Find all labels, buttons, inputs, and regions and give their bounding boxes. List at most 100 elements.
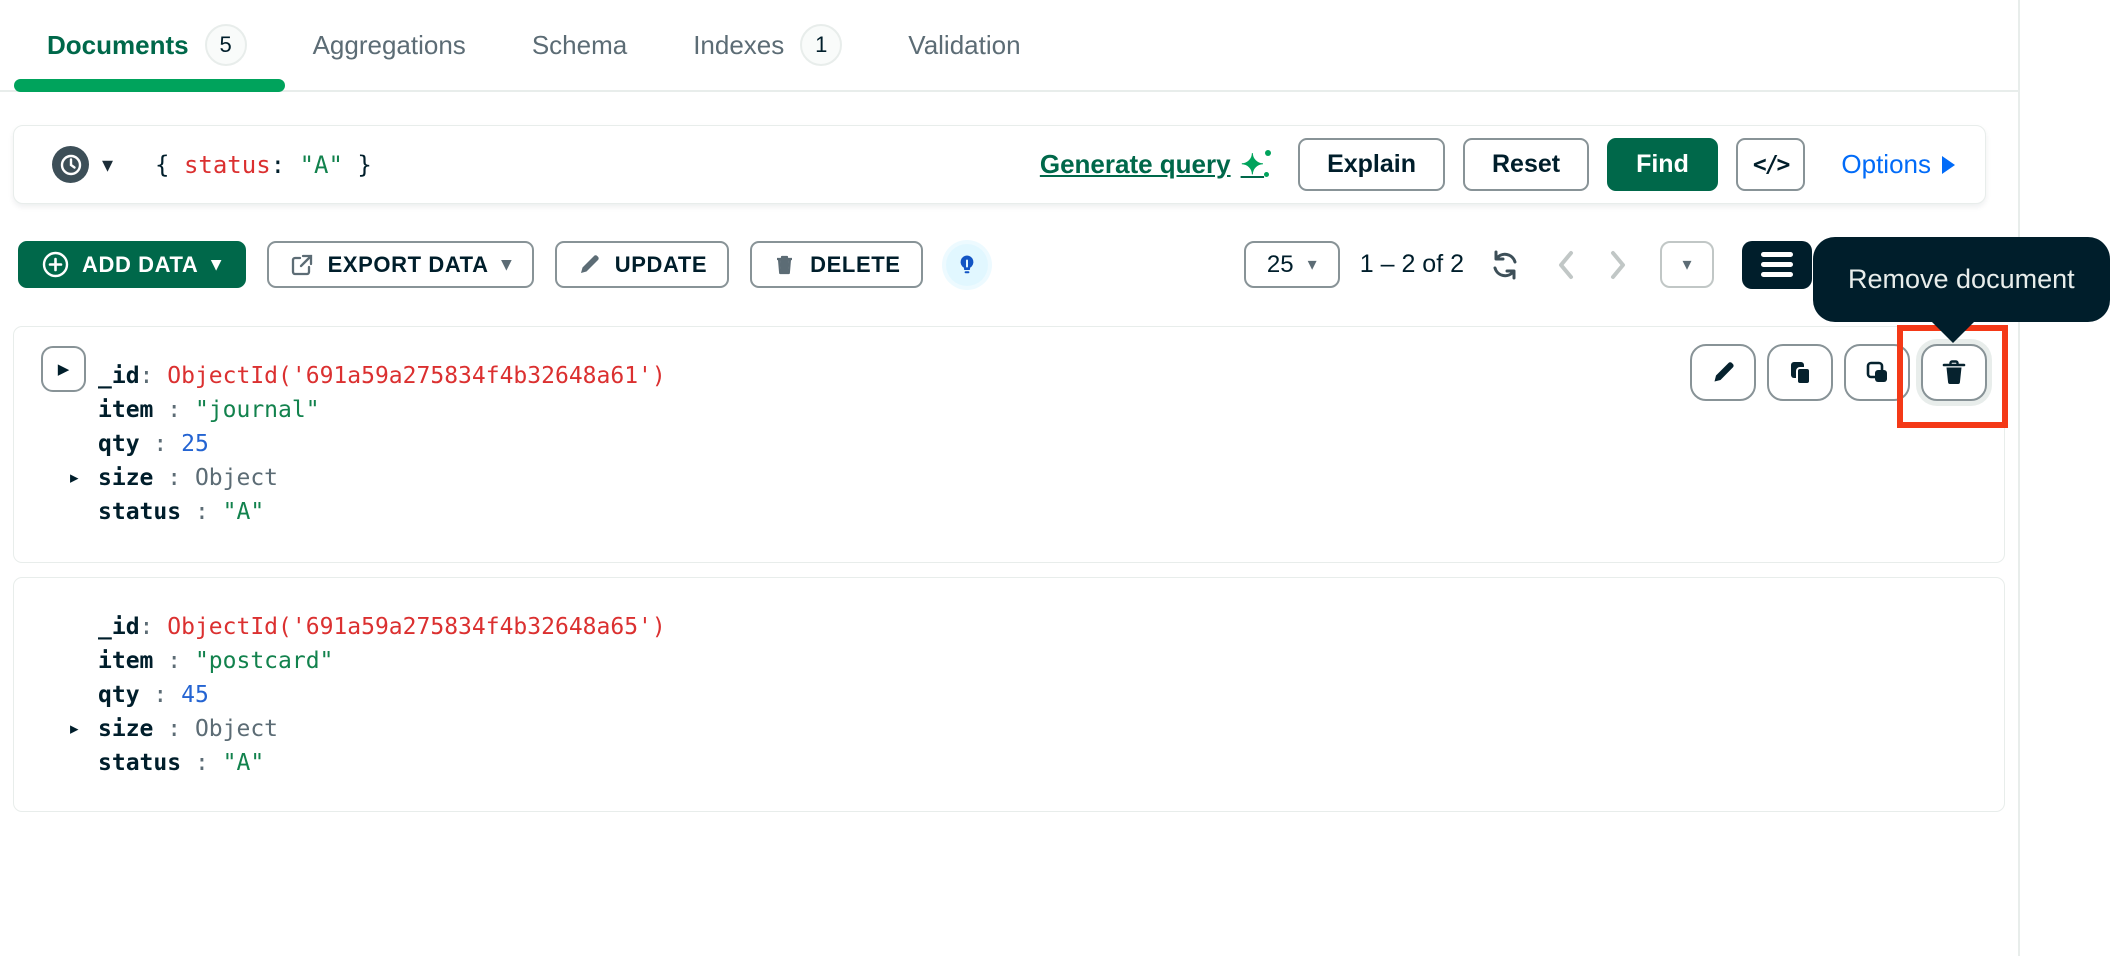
document-fields: _id: ObjectId('691a59a275834f4b32648a61'… (98, 359, 666, 529)
query-bar: ▾ { status: "A" } Generate query ✦ Expla… (13, 125, 1986, 204)
chevron-down-icon: ▾ (211, 253, 221, 276)
panel-divider (2018, 0, 2020, 956)
pencil-icon (577, 252, 602, 277)
find-button[interactable]: Find (1607, 138, 1718, 191)
query-history-button[interactable]: ▾ (52, 146, 113, 183)
documents-count-badge: 5 (205, 24, 247, 66)
caret-right-icon: ▶ (58, 360, 70, 378)
field-separator: : (140, 682, 182, 708)
hamburger-icon (1761, 252, 1793, 257)
remove-document-tooltip: Remove document (1813, 237, 2110, 322)
field-value-number: 45 (181, 682, 209, 708)
field-value-string: "A" (223, 499, 265, 525)
field-value-string: "journal" (195, 397, 320, 423)
tab-aggregations[interactable]: Aggregations (313, 0, 466, 90)
reset-button[interactable]: Reset (1463, 138, 1589, 191)
field-value-objectid: ObjectId('691a59a275834f4b32648a65') (167, 614, 666, 640)
field-value-number: 25 (181, 431, 209, 457)
update-button[interactable]: UPDATE (555, 241, 729, 288)
trash-icon (772, 252, 797, 277)
tooltip-arrow-icon (1928, 318, 1978, 343)
chevron-left-icon (1556, 249, 1576, 281)
tab-validation-label: Validation (908, 30, 1020, 61)
clone-icon (1864, 359, 1891, 386)
tab-schema[interactable]: Schema (532, 0, 627, 90)
export-to-language-button[interactable]: </> (1736, 138, 1806, 191)
sparkle-icon: ✦ (1241, 148, 1264, 181)
refresh-icon (1488, 248, 1522, 282)
edit-document-button[interactable] (1690, 344, 1756, 401)
clone-document-button[interactable] (1844, 344, 1910, 401)
expand-document-button[interactable]: ▶ (41, 346, 86, 392)
document-card-postcard: _id: ObjectId('691a59a275834f4b32648a65'… (13, 577, 2005, 812)
add-data-button[interactable]: ADD DATA ▾ (18, 241, 246, 288)
list-view-toggle[interactable] (1742, 241, 1812, 289)
next-page-button[interactable] (1608, 249, 1628, 281)
tab-indexes[interactable]: Indexes 1 (693, 0, 842, 90)
field-row-status: status : "A" (98, 746, 666, 780)
trash-icon (1941, 359, 1967, 386)
query-bar-actions: Generate query ✦ Explain Reset Find </> … (1040, 138, 1955, 191)
tooltip-label: Remove document (1848, 264, 2075, 295)
tab-indexes-label: Indexes (693, 30, 784, 61)
field-separator: : (153, 465, 195, 491)
field-key: _id (98, 614, 140, 640)
field-row-size: ▸size : Object (98, 461, 666, 495)
field-key: status (98, 499, 181, 525)
copy-icon (1787, 359, 1814, 386)
field-key: item (98, 648, 153, 674)
tab-documents-label: Documents (47, 30, 189, 61)
chevron-down-icon: ▾ (1308, 254, 1317, 275)
options-toggle[interactable]: Options (1841, 149, 1955, 180)
field-row-item: item : "journal" (98, 393, 666, 427)
field-key: _id (98, 363, 140, 389)
field-row-size: ▸size : Object (98, 712, 666, 746)
page-size-select[interactable]: 25 ▾ (1244, 241, 1340, 288)
export-data-label: EXPORT DATA (328, 252, 489, 278)
tab-documents[interactable]: Documents 5 (47, 0, 247, 90)
tab-validation[interactable]: Validation (908, 0, 1020, 90)
field-value-string: "postcard" (195, 648, 333, 674)
expand-field-caret-icon[interactable]: ▸ (70, 461, 79, 495)
delete-button[interactable]: DELETE (750, 241, 922, 288)
field-value-object: Object (195, 716, 278, 742)
field-value-string: "A" (223, 750, 265, 776)
copy-document-button[interactable] (1767, 344, 1833, 401)
options-label: Options (1841, 149, 1931, 180)
field-row-status: status : "A" (98, 495, 666, 529)
remove-document-button[interactable] (1921, 344, 1987, 401)
field-separator: : (153, 648, 195, 674)
insights-bulb-icon[interactable] (946, 244, 988, 286)
field-key: qty (98, 431, 140, 457)
generate-query-link[interactable]: Generate query ✦ (1040, 148, 1264, 181)
refresh-button[interactable] (1488, 248, 1522, 282)
query-close-brace: } (343, 151, 372, 179)
query-colon: : (271, 151, 300, 179)
code-icon: </> (1753, 152, 1789, 178)
update-label: UPDATE (615, 252, 707, 278)
field-row-id: _id: ObjectId('691a59a275834f4b32648a65'… (98, 610, 666, 644)
field-row-qty: qty : 25 (98, 427, 666, 461)
field-separator: : (140, 363, 168, 389)
query-open-brace: { (155, 151, 184, 179)
delete-label: DELETE (810, 252, 900, 278)
export-data-button[interactable]: EXPORT DATA ▾ (267, 241, 534, 288)
tab-aggregations-label: Aggregations (313, 30, 466, 61)
pagination-range-label: 1 – 2 of 2 (1360, 250, 1464, 279)
view-options-dropdown[interactable]: ▾ (1660, 241, 1714, 288)
pencil-icon (1710, 359, 1737, 386)
field-separator: : (181, 750, 223, 776)
field-row-item: item : "postcard" (98, 644, 666, 678)
crud-toolbar: ADD DATA ▾ EXPORT DATA ▾ UPDATE DELETE (18, 241, 988, 288)
explain-button[interactable]: Explain (1298, 138, 1445, 191)
field-key: size (98, 716, 153, 742)
previous-page-button[interactable] (1556, 249, 1576, 281)
field-row-id: _id: ObjectId('691a59a275834f4b32648a61'… (98, 359, 666, 393)
field-key: qty (98, 682, 140, 708)
expand-field-caret-icon[interactable]: ▸ (70, 712, 79, 746)
indexes-count-badge: 1 (800, 24, 842, 66)
field-value-objectid: ObjectId('691a59a275834f4b32648a61') (167, 363, 666, 389)
field-key: status (98, 750, 181, 776)
field-separator: : (140, 614, 168, 640)
query-input[interactable]: { status: "A" } (155, 151, 372, 179)
